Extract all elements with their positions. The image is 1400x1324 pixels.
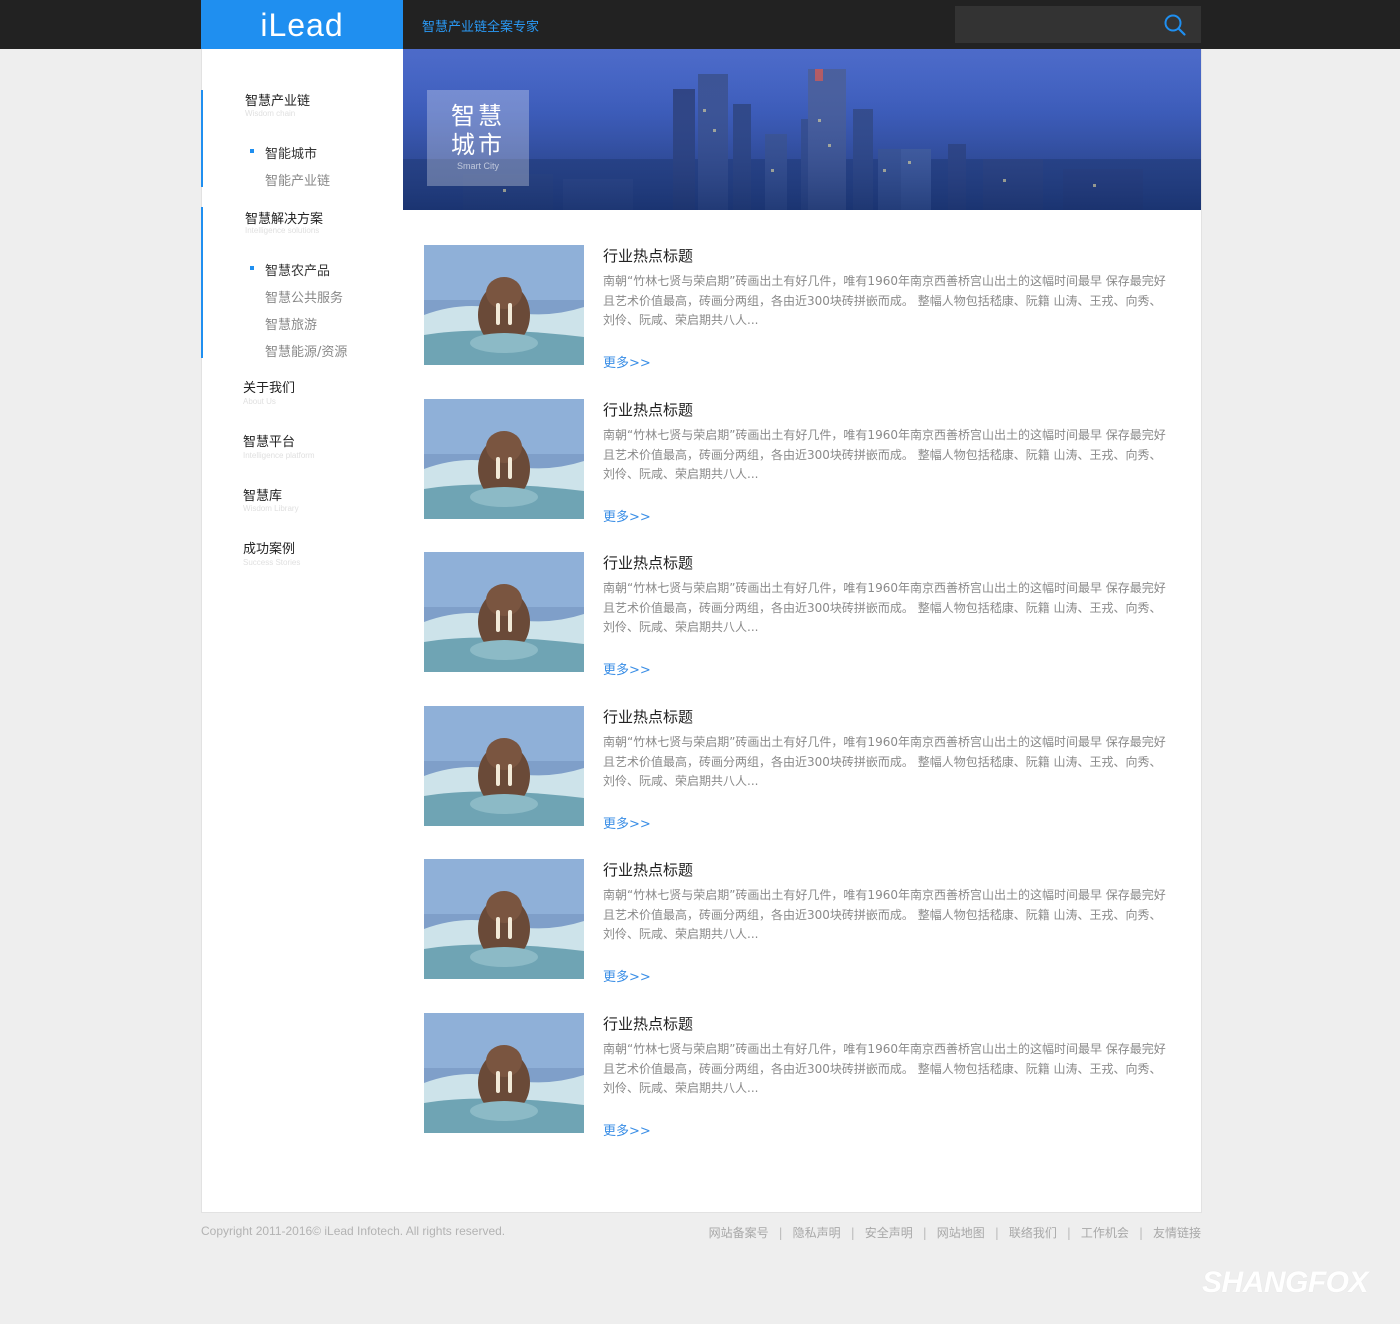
sidebar-subtitle: Wisdom chain (245, 109, 296, 118)
banner-title: 智慧城市 (451, 102, 505, 159)
sidebar-item-energy[interactable]: 智慧能源/资源 (265, 341, 347, 360)
more-link[interactable]: 更多>> (603, 506, 651, 525)
article-thumbnail[interactable] (424, 1013, 584, 1133)
list-item: 行业热点标题 南朝“竹林七贤与荣启期”砖画出土有好几件，唯有1960年南京西善桥… (403, 859, 1201, 999)
list-item: 行业热点标题 南朝“竹林七贤与荣启期”砖画出土有好几件，唯有1960年南京西善桥… (403, 706, 1201, 846)
copyright-text: Copyright 2011-2016© iLead Infotech. All… (201, 1224, 506, 1238)
sidebar-group-library: 智慧库 Wisdom Library (201, 485, 404, 525)
footer-link-privacy[interactable]: 隐私声明 (793, 1226, 841, 1240)
sidebar-title-about[interactable]: 关于我们 (243, 377, 295, 396)
sidebar-subtitle: Intelligence solutions (245, 226, 320, 235)
sidebar-item-smart-city[interactable]: 智能城市 (265, 143, 317, 162)
footer-link-jobs[interactable]: 工作机会 (1081, 1226, 1129, 1240)
article-thumbnail[interactable] (424, 706, 584, 826)
watermark-logo: SHANGFOX (1201, 1266, 1369, 1299)
article-summary: 南朝“竹林七贤与荣启期”砖画出土有好几件，唯有1960年南京西善桥宫山出土的这幅… (603, 428, 1166, 481)
tagline: 智慧产业链全案专家 (422, 20, 540, 35)
sidebar-title-cases[interactable]: 成功案例 (243, 538, 295, 557)
walrus-photo-icon (424, 399, 584, 519)
list-item: 行业热点标题 南朝“竹林七贤与荣启期”砖画出土有好几件，唯有1960年南京西善桥… (403, 245, 1201, 385)
article-summary: 南朝“竹林七贤与荣启期”砖画出土有好几件，唯有1960年南京西善桥宫山出土的这幅… (603, 1042, 1166, 1095)
article-title[interactable]: 行业热点标题 (603, 552, 693, 573)
sidebar-item-smart-chain[interactable]: 智能产业链 (265, 170, 330, 189)
search-box (955, 6, 1201, 43)
article-title[interactable]: 行业热点标题 (603, 399, 693, 420)
list-item: 行业热点标题 南朝“竹林七贤与荣启期”砖画出土有好几件，唯有1960年南京西善桥… (403, 1013, 1201, 1153)
sidebar-title-platform[interactable]: 智慧平台 (243, 431, 295, 450)
article-title[interactable]: 行业热点标题 (603, 859, 693, 880)
sidebar-group-solutions: 智慧解决方案 Intelligence solutions 智慧农产品 智慧公共… (201, 207, 404, 360)
walrus-photo-icon (424, 245, 584, 365)
search-input[interactable] (955, 6, 1155, 43)
article-thumbnail[interactable] (424, 245, 584, 365)
top-navbar: iLead 智慧产业链全案专家 (0, 0, 1400, 49)
article-title[interactable]: 行业热点标题 (603, 1013, 693, 1034)
article-summary: 南朝“竹林七贤与荣启期”砖画出土有好几件，唯有1960年南京西善桥宫山出土的这幅… (603, 274, 1166, 327)
walrus-photo-icon (424, 1013, 584, 1133)
more-link[interactable]: 更多>> (603, 659, 651, 678)
sidebar-title-wisdom-chain[interactable]: 智慧产业链 (245, 90, 310, 109)
footer-separator: | (1066, 1226, 1071, 1240)
sidebar-item-public-service[interactable]: 智慧公共服务 (265, 287, 343, 306)
walrus-photo-icon (424, 706, 584, 826)
more-link[interactable]: 更多>> (603, 966, 651, 985)
sidebar-group-wisdom-chain: 智慧产业链 Wisdom chain 智能城市 智能产业链 (201, 90, 404, 189)
article-summary: 南朝“竹林七贤与荣启期”砖画出土有好几件，唯有1960年南京西善桥宫山出土的这幅… (603, 888, 1166, 941)
footer-link-friends[interactable]: 友情链接 (1153, 1226, 1201, 1240)
sidebar-subtitle: Intelligence platform (243, 451, 315, 460)
walrus-photo-icon (424, 552, 584, 672)
article-title[interactable]: 行业热点标题 (603, 706, 693, 727)
article-thumbnail[interactable] (424, 399, 584, 519)
list-item: 行业热点标题 南朝“竹林七贤与荣启期”砖画出土有好几件，唯有1960年南京西善桥… (403, 399, 1201, 539)
footer-separator: | (922, 1226, 927, 1240)
footer-separator: | (850, 1226, 855, 1240)
current-bullet-icon (250, 149, 254, 153)
footer-link-security[interactable]: 安全声明 (865, 1226, 913, 1240)
sidebar-subtitle: About Us (243, 397, 276, 406)
footer-separator: | (778, 1226, 783, 1240)
banner-label: 智慧城市 Smart City (427, 90, 529, 186)
article-summary: 南朝“竹林七贤与荣启期”砖画出土有好几件，唯有1960年南京西善桥宫山出土的这幅… (603, 735, 1166, 788)
sidebar-group-about: 关于我们 About Us (201, 377, 404, 417)
search-icon[interactable] (1163, 13, 1187, 37)
sidebar-item-agri[interactable]: 智慧农产品 (265, 260, 330, 279)
footer-links: 网站备案号 | 隐私声明 | 安全声明 | 网站地图 | 联络我们 | 工作机会 | 友情链接 (709, 1224, 1201, 1241)
main-content: 智慧城市 Smart City 行业热点标题 南朝“竹林七贤与荣启期”砖画出土有… (403, 49, 1202, 1213)
sidebar-group-cases: 成功案例 Success Stories (201, 538, 404, 578)
footer-separator: | (994, 1226, 999, 1240)
list-item: 行业热点标题 南朝“竹林七贤与荣启期”砖画出土有好几件，唯有1960年南京西善桥… (403, 552, 1201, 692)
more-link[interactable]: 更多>> (603, 813, 651, 832)
sidebar-subtitle: Success Stories (243, 558, 301, 567)
current-bullet-icon (250, 266, 254, 270)
sidebar: 智慧产业链 Wisdom chain 智能城市 智能产业链 智慧解决方案 Int… (201, 49, 404, 1213)
footer-link-icp[interactable]: 网站备案号 (709, 1226, 769, 1240)
sidebar-group-platform: 智慧平台 Intelligence platform (201, 431, 404, 471)
banner: 智慧城市 Smart City (403, 49, 1201, 210)
banner-subtitle: Smart City (456, 161, 499, 171)
footer-link-contact[interactable]: 联络我们 (1009, 1226, 1057, 1240)
sidebar-title-library[interactable]: 智慧库 (243, 485, 282, 504)
walrus-photo-icon (424, 859, 584, 979)
footer-separator: | (1138, 1226, 1143, 1240)
more-link[interactable]: 更多>> (603, 1120, 651, 1139)
article-summary: 南朝“竹林七贤与荣启期”砖画出土有好几件，唯有1960年南京西善桥宫山出土的这幅… (603, 581, 1166, 634)
article-title[interactable]: 行业热点标题 (603, 245, 693, 266)
footer-link-sitemap[interactable]: 网站地图 (937, 1226, 985, 1240)
sidebar-subtitle: Wisdom Library (243, 504, 299, 513)
sidebar-title-solutions[interactable]: 智慧解决方案 (245, 208, 323, 227)
sidebar-item-tourism[interactable]: 智慧旅游 (265, 314, 317, 333)
article-thumbnail[interactable] (424, 859, 584, 979)
more-link[interactable]: 更多>> (603, 352, 651, 371)
logo[interactable]: iLead (201, 0, 403, 49)
article-thumbnail[interactable] (424, 552, 584, 672)
